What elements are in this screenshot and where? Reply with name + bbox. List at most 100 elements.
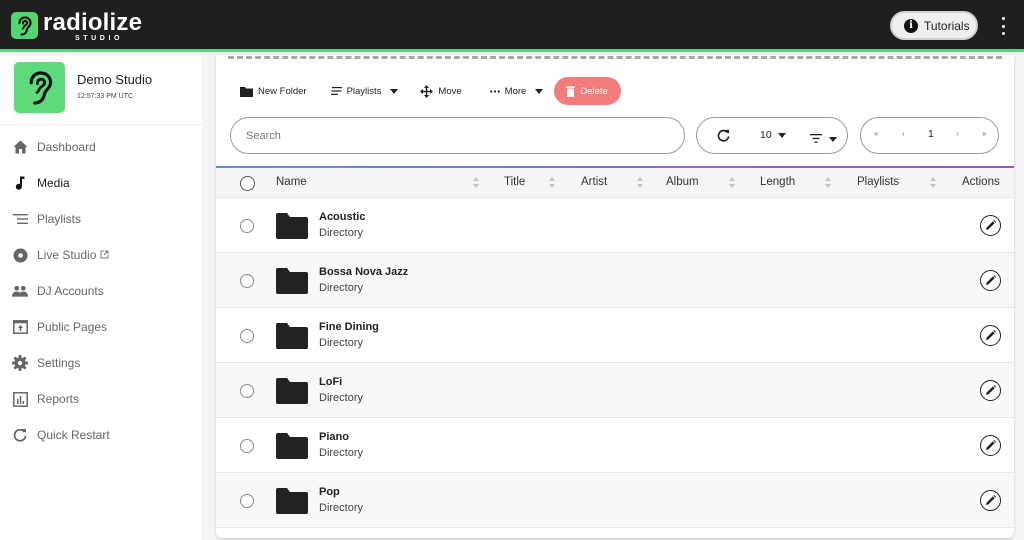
edit-pencil-icon[interactable] — [980, 215, 1001, 236]
sort-icon[interactable] — [549, 177, 556, 188]
select-all-checkbox[interactable] — [240, 176, 255, 191]
column-header-length[interactable]: Length — [760, 176, 795, 188]
people-icon — [12, 283, 28, 299]
sidebar-item-label: Quick Restart — [37, 428, 110, 442]
sidebar-item-quick-restart[interactable]: Quick Restart — [0, 417, 202, 453]
bar-chart-icon — [12, 391, 28, 407]
file-type: Directory — [319, 282, 364, 294]
file-name[interactable]: LoFi — [319, 376, 342, 388]
sidebar-item-public-pages[interactable]: Public Pages — [0, 309, 202, 345]
logo-subtitle: STUDIO — [75, 35, 124, 42]
row-select-checkbox[interactable] — [240, 439, 254, 453]
caret-down-icon — [777, 132, 786, 138]
file-name[interactable]: Acoustic — [319, 211, 365, 223]
list-controls: 10 — [696, 117, 848, 154]
column-header-album[interactable]: Album — [666, 176, 699, 188]
more-dropdown-button[interactable]: More — [489, 77, 544, 105]
studio-clock: 12:57:33 PM UTC — [77, 93, 134, 100]
search-input[interactable] — [231, 118, 684, 153]
sidebar-item-live-studio[interactable]: Live Studio — [0, 237, 202, 273]
upload-dropzone[interactable] — [228, 56, 1002, 59]
file-name[interactable]: Fine Dining — [319, 321, 379, 333]
sort-icon[interactable] — [729, 177, 736, 188]
sort-icon[interactable] — [825, 177, 832, 188]
sidebar-item-media[interactable]: Media — [0, 165, 202, 201]
per-page-select[interactable]: 10 — [760, 129, 786, 141]
sidebar-item-playlists[interactable]: Playlists — [0, 201, 202, 237]
new-folder-label: New Folder — [258, 85, 307, 97]
sidebar-item-label: Settings — [37, 356, 81, 370]
gear-icon — [12, 355, 28, 371]
media-toolbar: New Folder Playlists Move More Delete — [216, 76, 621, 106]
logo-wordmark: radiolize — [43, 9, 143, 36]
kebab-menu-icon[interactable] — [996, 17, 1010, 35]
file-name[interactable]: Pop — [319, 486, 340, 498]
column-header-name[interactable]: Name — [276, 176, 307, 188]
sort-icon[interactable] — [637, 177, 644, 188]
sidebar-item-label: Media — [37, 176, 70, 190]
caret-down-icon — [390, 88, 399, 94]
search-field[interactable] — [230, 117, 685, 154]
edit-pencil-icon[interactable] — [980, 325, 1001, 346]
file-type: Directory — [319, 337, 364, 349]
tutorials-button[interactable]: i Tutorials — [890, 11, 978, 40]
file-name[interactable]: Piano — [319, 431, 349, 443]
refresh-icon[interactable] — [717, 129, 730, 147]
column-header-playlists[interactable]: Playlists — [857, 176, 899, 188]
folder-icon — [240, 86, 253, 97]
prev-page-button[interactable]: ‹ — [902, 129, 905, 138]
disc-icon — [12, 247, 28, 263]
table-row[interactable]: Piano Directory — [216, 418, 1014, 473]
row-select-checkbox[interactable] — [240, 219, 254, 233]
sidebar-item-dashboard[interactable]: Dashboard — [0, 129, 202, 165]
column-filter-dropdown[interactable] — [810, 130, 837, 148]
edit-pencil-icon[interactable] — [980, 490, 1001, 511]
table-row[interactable]: Pop Directory — [216, 473, 1014, 528]
row-select-checkbox[interactable] — [240, 384, 254, 398]
sort-icon[interactable] — [930, 177, 937, 188]
row-select-checkbox[interactable] — [240, 494, 254, 508]
sidebar: Demo Studio 12:57:33 PM UTC Dashboard Me… — [0, 55, 202, 540]
row-select-checkbox[interactable] — [240, 274, 254, 288]
row-select-checkbox[interactable] — [240, 329, 254, 343]
folder-icon — [276, 378, 308, 409]
first-page-button[interactable]: « — [874, 129, 878, 138]
folder-icon — [276, 213, 308, 244]
sidebar-item-settings[interactable]: Settings — [0, 345, 202, 381]
edit-pencil-icon[interactable] — [980, 435, 1001, 456]
column-header-title[interactable]: Title — [504, 176, 525, 188]
move-button[interactable]: Move — [420, 77, 462, 105]
current-page[interactable]: 1 — [928, 128, 934, 140]
table-row[interactable]: LoFi Directory — [216, 363, 1014, 418]
edit-pencil-icon[interactable] — [980, 270, 1001, 291]
folder-icon — [276, 323, 308, 354]
table-row[interactable]: Bossa Nova Jazz Directory — [216, 253, 1014, 308]
media-panel: New Folder Playlists Move More Delete 10 — [216, 55, 1014, 538]
external-link-icon — [100, 246, 109, 264]
sidebar-item-reports[interactable]: Reports — [0, 381, 202, 417]
file-type: Directory — [319, 447, 364, 459]
delete-button[interactable]: Delete — [554, 77, 621, 105]
studio-name: Demo Studio — [77, 72, 153, 87]
app-logo[interactable]: radiolize STUDIO — [11, 9, 143, 42]
playlist-icon — [12, 211, 28, 227]
folder-icon — [276, 433, 308, 464]
new-folder-button[interactable]: New Folder — [240, 77, 307, 105]
column-header-artist[interactable]: Artist — [581, 176, 607, 188]
sort-icon[interactable] — [473, 177, 480, 188]
table-row[interactable]: Fine Dining Directory — [216, 308, 1014, 363]
more-label: More — [504, 85, 527, 97]
sidebar-item-dj-accounts[interactable]: DJ Accounts — [0, 273, 202, 309]
pagination: « ‹ 1 › » — [860, 117, 999, 154]
tutorials-label: Tutorials — [924, 18, 970, 33]
next-page-button[interactable]: › — [956, 129, 959, 138]
move-label: Move — [438, 85, 462, 97]
table-row[interactable]: Acoustic Directory — [216, 198, 1014, 253]
last-page-button[interactable]: » — [982, 129, 986, 138]
column-header-actions: Actions — [962, 176, 1000, 188]
folder-icon — [276, 268, 308, 299]
info-icon: i — [904, 18, 918, 33]
file-name[interactable]: Bossa Nova Jazz — [319, 266, 408, 278]
edit-pencil-icon[interactable] — [980, 380, 1001, 401]
playlists-dropdown-button[interactable]: Playlists — [330, 77, 399, 105]
